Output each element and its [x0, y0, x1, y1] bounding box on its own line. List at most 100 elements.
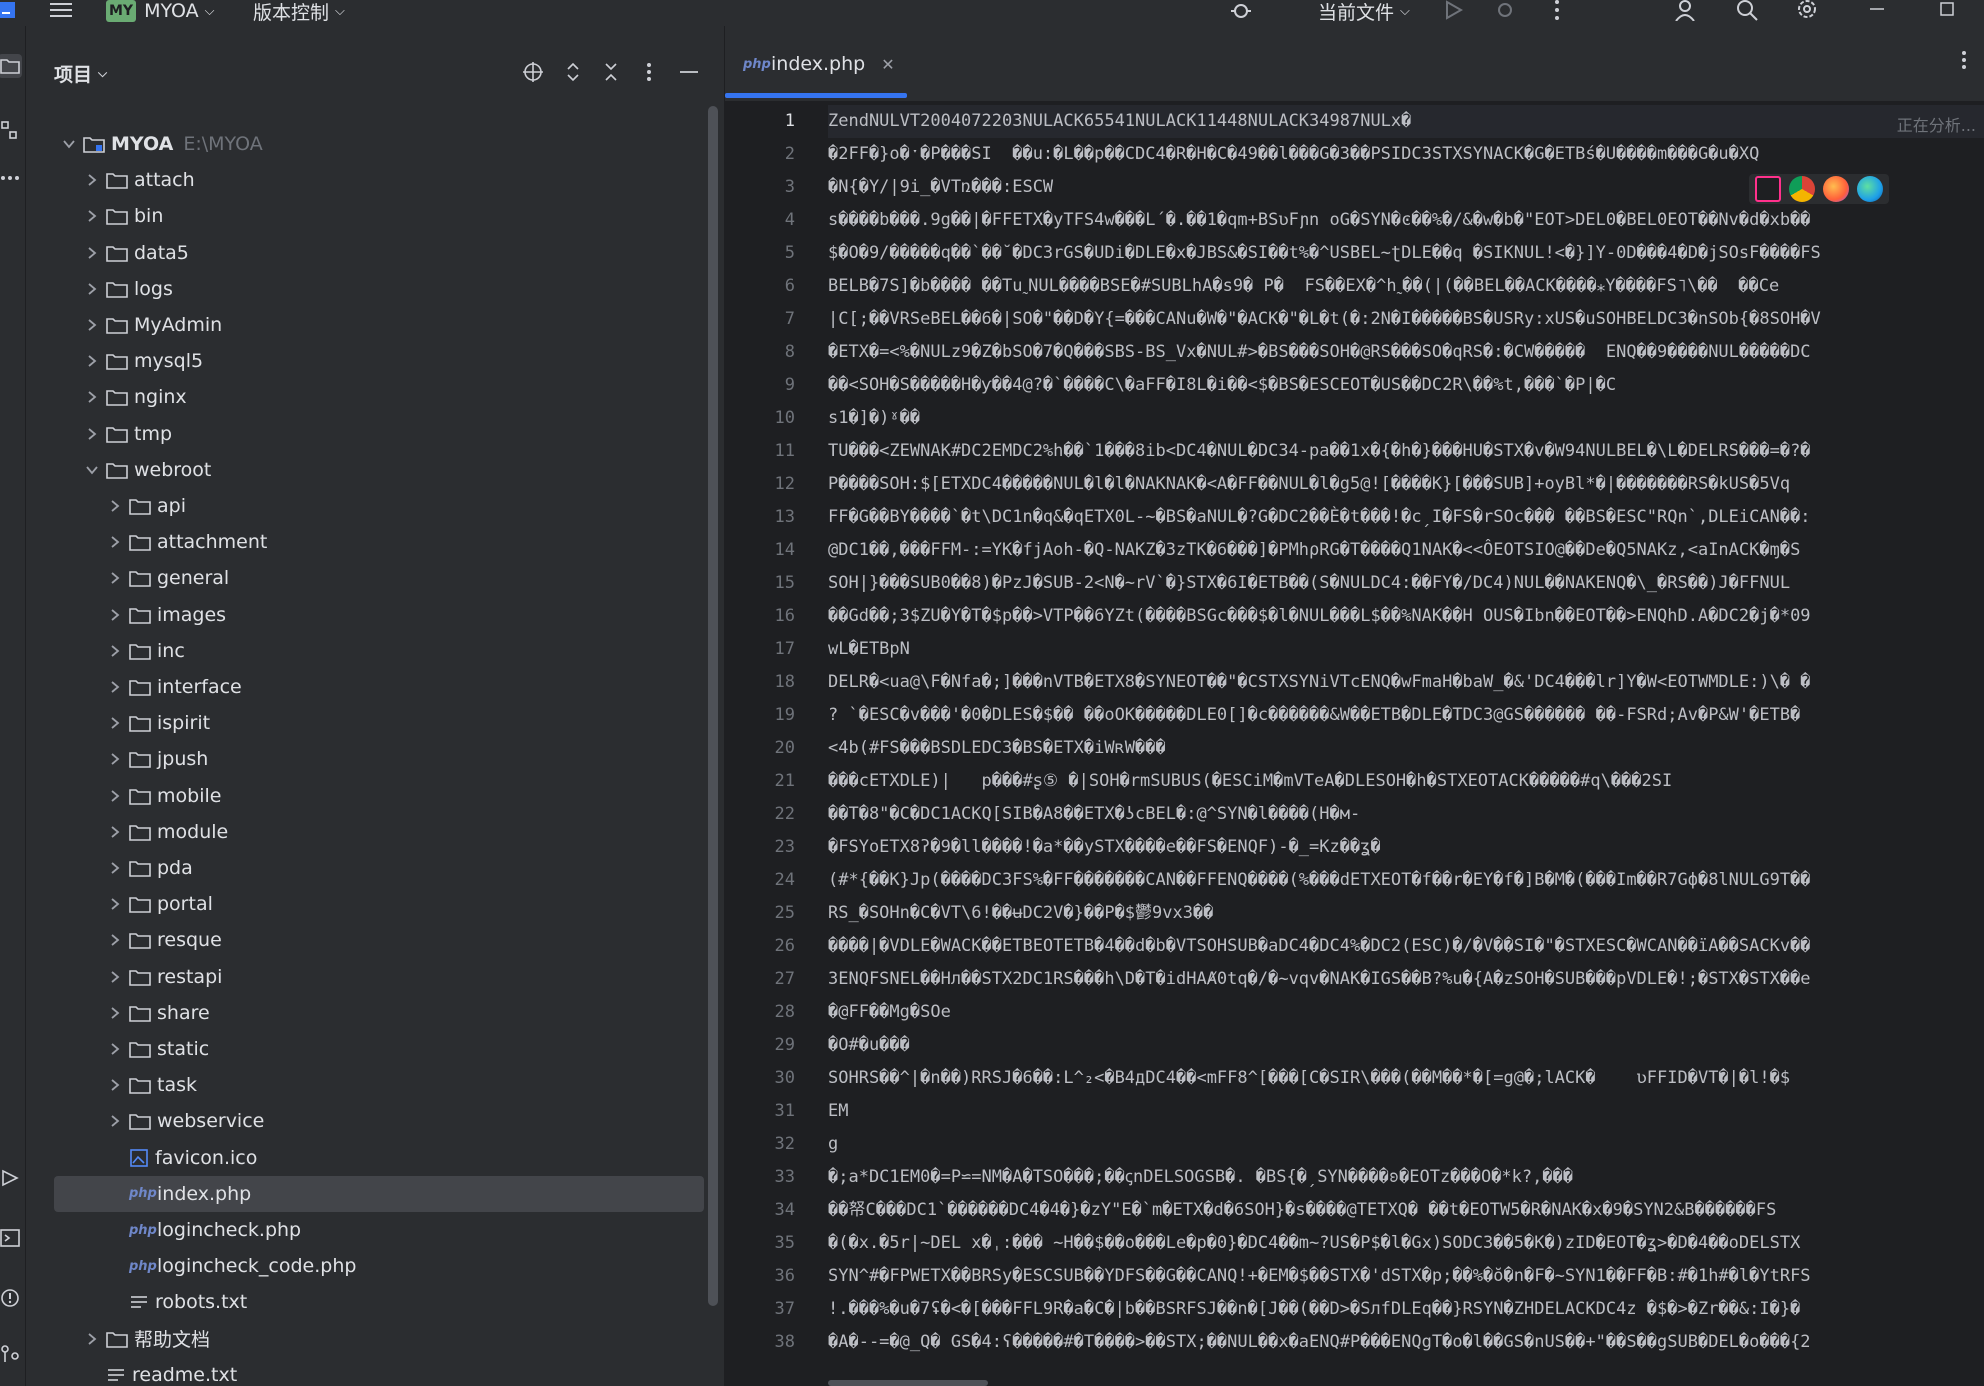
- line-number[interactable]: 9: [735, 375, 795, 395]
- main-menu-icon[interactable]: [48, 0, 74, 22]
- tree-item-task[interactable]: task: [27, 1067, 724, 1103]
- chevron-right-icon[interactable]: [84, 426, 100, 442]
- line-number[interactable]: 12: [735, 474, 795, 494]
- code-line[interactable]: <4b(#FS���BSDLEDC3�BS�ETX�iWʀW���: [828, 732, 1984, 765]
- code-line[interactable]: |C[;��VRSeBEL��6�|SO�"��D�Y{=���CANu�W�"…: [828, 303, 1984, 336]
- chevron-right-icon[interactable]: [84, 172, 100, 188]
- line-number[interactable]: 38: [735, 1332, 795, 1352]
- tree-item-ispirit[interactable]: ispirit: [27, 705, 724, 741]
- line-number[interactable]: 32: [735, 1134, 795, 1154]
- line-number[interactable]: 33: [735, 1167, 795, 1187]
- code-line[interactable]: s����b���.9g��|�FFETX�yTFS4w���L´�.��1�q…: [828, 204, 1984, 237]
- code-line[interactable]: 3ENQFSNEL��Hл��STX2DC1RS���h\D�T�idHAȺ0t…: [828, 963, 1984, 996]
- tree-item-myadmin[interactable]: MyAdmin: [27, 307, 724, 343]
- line-number[interactable]: 10: [735, 408, 795, 428]
- tab-index-php[interactable]: php index.php ✕: [725, 26, 913, 102]
- line-number[interactable]: 23: [735, 837, 795, 857]
- line-number[interactable]: 1: [735, 111, 795, 131]
- chevron-right-icon[interactable]: [107, 969, 123, 985]
- code-line[interactable]: (#*{��K}Jp(����DC3FS%�FF�������CAN��FFEN…: [828, 864, 1984, 897]
- chevron-right-icon[interactable]: [84, 281, 100, 297]
- chevron-right-icon[interactable]: [107, 679, 123, 695]
- code-line[interactable]: ZendNULVT2004072203NULACK65541NULACK1144…: [828, 105, 1984, 138]
- tree-item-nginx[interactable]: nginx: [27, 379, 724, 415]
- code-line[interactable]: �;a*DC1EM0�=P⋍=NM�A�TSO���;��ꞔnDELSOGSB�…: [828, 1161, 1984, 1194]
- line-number[interactable]: 14: [735, 540, 795, 560]
- problems-icon[interactable]: [0, 1286, 22, 1310]
- chevron-right-icon[interactable]: [84, 317, 100, 333]
- chevron-right-icon[interactable]: [84, 208, 100, 224]
- chevron-right-icon[interactable]: [84, 1331, 100, 1347]
- code-line[interactable]: SYN^#�FPWETX��BRSy�ESCSUB��YDFS��G��CANQ…: [828, 1260, 1984, 1293]
- more-tools-icon[interactable]: [0, 166, 22, 190]
- tree-item-favicon-ico[interactable]: favicon.ico: [27, 1140, 724, 1176]
- line-number[interactable]: 6: [735, 276, 795, 296]
- line-number[interactable]: 16: [735, 606, 795, 626]
- services-icon[interactable]: [0, 1166, 22, 1190]
- minimize-icon[interactable]: [1864, 0, 1890, 22]
- code-line[interactable]: ��帑C���DC1`������DC4�4�}�zY"E�`m�ETX�d�6…: [828, 1194, 1984, 1227]
- code-line[interactable]: wL�ETBpN: [828, 633, 1984, 666]
- tree-item-tmp[interactable]: tmp: [27, 416, 724, 452]
- code-line[interactable]: �ETX�=<%�NULz9�Z�bSO�7�Q���SBS-BS_Vx�NUL…: [828, 336, 1984, 369]
- terminal-icon[interactable]: [0, 1226, 22, 1250]
- code-line[interactable]: g: [828, 1128, 1984, 1161]
- tree-item-static[interactable]: static: [27, 1031, 724, 1067]
- code-line[interactable]: P����SOH:$[ETXDC4�����NUL�l�l�NAKNAK�<A�…: [828, 468, 1984, 501]
- code-line[interactable]: ? `�ESC�v���'�0�DLES�$�� ��oOK�����DLE0[…: [828, 699, 1984, 732]
- code-line[interactable]: �O#�u���: [828, 1029, 1984, 1062]
- code-line[interactable]: @DC1��,���FFM-:=YK�fjAoh-�Q-NAKZ�3zTK�6�…: [828, 534, 1984, 567]
- code-line[interactable]: TU���<ZEWNAK#DC2EMDC2%h��`1���8ib<DC4�NU…: [828, 435, 1984, 468]
- expand-all-icon[interactable]: [559, 58, 587, 86]
- add-user-icon[interactable]: [1674, 0, 1700, 22]
- chevron-right-icon[interactable]: [84, 353, 100, 369]
- line-number[interactable]: 18: [735, 672, 795, 692]
- more-actions-icon[interactable]: [1544, 0, 1570, 22]
- code-line[interactable]: $�O�9/�����q��`��˘�DC3rGS�UDi�DLE�x�JBS&…: [828, 237, 1984, 270]
- line-number[interactable]: 7: [735, 309, 795, 329]
- code-line[interactable]: ��<SOH�S�����H�ƴ��4@?�`����C\�aFF�I8L�i�…: [828, 369, 1984, 402]
- tree-item-resque[interactable]: resque: [27, 922, 724, 958]
- tree-item-[interactable]: 帮助文档: [27, 1321, 724, 1357]
- structure-icon[interactable]: [0, 118, 22, 142]
- chevron-right-icon[interactable]: [107, 860, 123, 876]
- chrome-icon[interactable]: [1789, 176, 1815, 202]
- firefox-icon[interactable]: [1823, 176, 1849, 202]
- run-config-selector[interactable]: 当前文件 ⌵: [1318, 0, 1410, 24]
- line-number[interactable]: 11: [735, 441, 795, 461]
- tree-item-readme-txt[interactable]: readme.txt: [27, 1357, 724, 1386]
- code-line[interactable]: �FSYoETX8ʔ�9�ll����!�a*��ySTX����e��FS�E…: [828, 831, 1984, 864]
- tree-item-attachment[interactable]: attachment: [27, 524, 724, 560]
- search-icon[interactable]: [1734, 0, 1760, 22]
- project-folder-icon[interactable]: [0, 54, 22, 78]
- edge-icon[interactable]: [1857, 176, 1883, 202]
- line-number[interactable]: 26: [735, 936, 795, 956]
- chevron-right-icon[interactable]: [107, 824, 123, 840]
- chevron-right-icon[interactable]: [107, 498, 123, 514]
- line-number[interactable]: 34: [735, 1200, 795, 1220]
- settings-gear-icon[interactable]: [1794, 0, 1820, 22]
- chevron-right-icon[interactable]: [84, 389, 100, 405]
- line-number[interactable]: 25: [735, 903, 795, 923]
- tree-item-general[interactable]: general: [27, 560, 724, 596]
- line-number[interactable]: 15: [735, 573, 795, 593]
- code-line[interactable]: �A�--=�@_Q� GS�4:ʕ�����#�T����>��STX;��N…: [828, 1326, 1984, 1359]
- chevron-right-icon[interactable]: [84, 245, 100, 261]
- options-icon[interactable]: [635, 58, 663, 86]
- chevron-down-icon[interactable]: [84, 462, 100, 478]
- tree-item-data5[interactable]: data5: [27, 235, 724, 271]
- tree-item-logincheck-code-php[interactable]: php logincheck_code.php: [27, 1248, 724, 1284]
- code-line[interactable]: ���cETXDLE)| p���#ʂ⑤ �|SOH�rmSUBUS(�ESCi…: [828, 765, 1984, 798]
- code-line[interactable]: s1�]�)ˠ��: [828, 402, 1984, 435]
- tree-item-portal[interactable]: portal: [27, 886, 724, 922]
- debug-icon[interactable]: [1492, 0, 1518, 22]
- line-number[interactable]: 19: [735, 705, 795, 725]
- chevron-right-icon[interactable]: [107, 715, 123, 731]
- line-number[interactable]: 20: [735, 738, 795, 758]
- tree-item-bin[interactable]: bin: [27, 198, 724, 234]
- code-line[interactable]: SOH|}���SUB0��8)�PzJ�SUB-2<N�~rV`�}STX�6…: [828, 567, 1984, 600]
- code-line[interactable]: RS_�SOHn�C�VT\6!��ʉDC2V�}��P�$鬱9vx3��: [828, 897, 1984, 930]
- app-logo-icon[interactable]: [0, 0, 20, 22]
- tree-item-interface[interactable]: interface: [27, 669, 724, 705]
- code-line[interactable]: ����|�VDLE�WACK��ETBEOTETB�4��d�b�VTSOHS…: [828, 930, 1984, 963]
